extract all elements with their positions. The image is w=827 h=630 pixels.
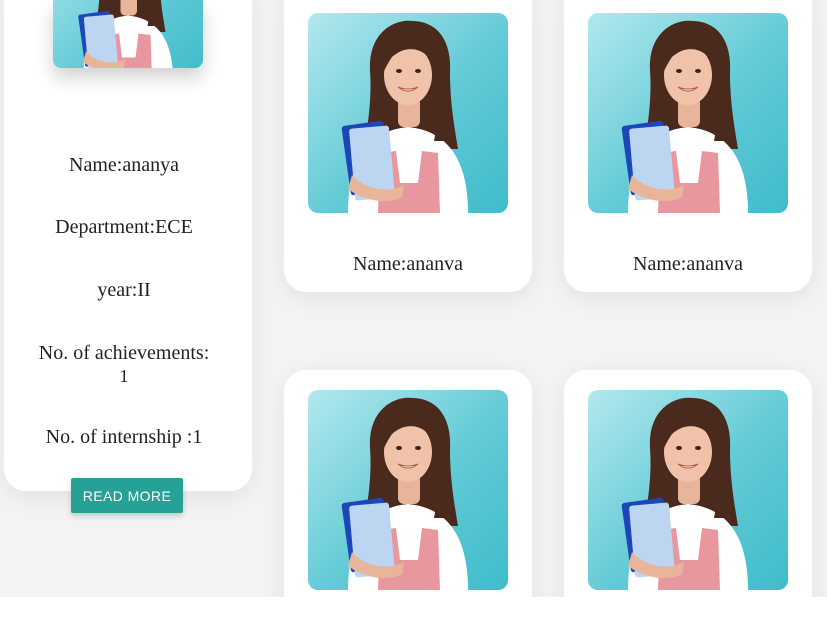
student-card-name: Name:ananva	[353, 253, 463, 275]
detail-name: Name:ananya	[69, 154, 179, 176]
detail-achievements-value: 1	[119, 366, 129, 386]
student-photo	[588, 390, 788, 590]
student-card[interactable]: Name:ananva	[564, 0, 812, 292]
student-photo-image	[53, 0, 203, 68]
student-card[interactable]	[284, 370, 532, 630]
detail-internships: No. of internship :1	[45, 426, 203, 448]
page-bottom-strip	[0, 597, 827, 630]
detail-achievements-label: No. of achievements:	[38, 342, 210, 364]
student-photo	[308, 13, 508, 213]
detail-year: year:II	[97, 279, 151, 301]
read-more-button[interactable]: READ MORE	[71, 478, 183, 513]
student-photo	[308, 390, 508, 590]
student-card[interactable]: Name:ananva	[284, 0, 532, 292]
detail-department: Department:ECE	[55, 216, 193, 238]
student-photo	[588, 13, 788, 213]
student-card[interactable]	[564, 370, 812, 630]
student-detail-card	[4, 0, 252, 491]
student-card-name: Name:ananva	[633, 253, 743, 275]
student-photo-small	[53, 0, 203, 68]
